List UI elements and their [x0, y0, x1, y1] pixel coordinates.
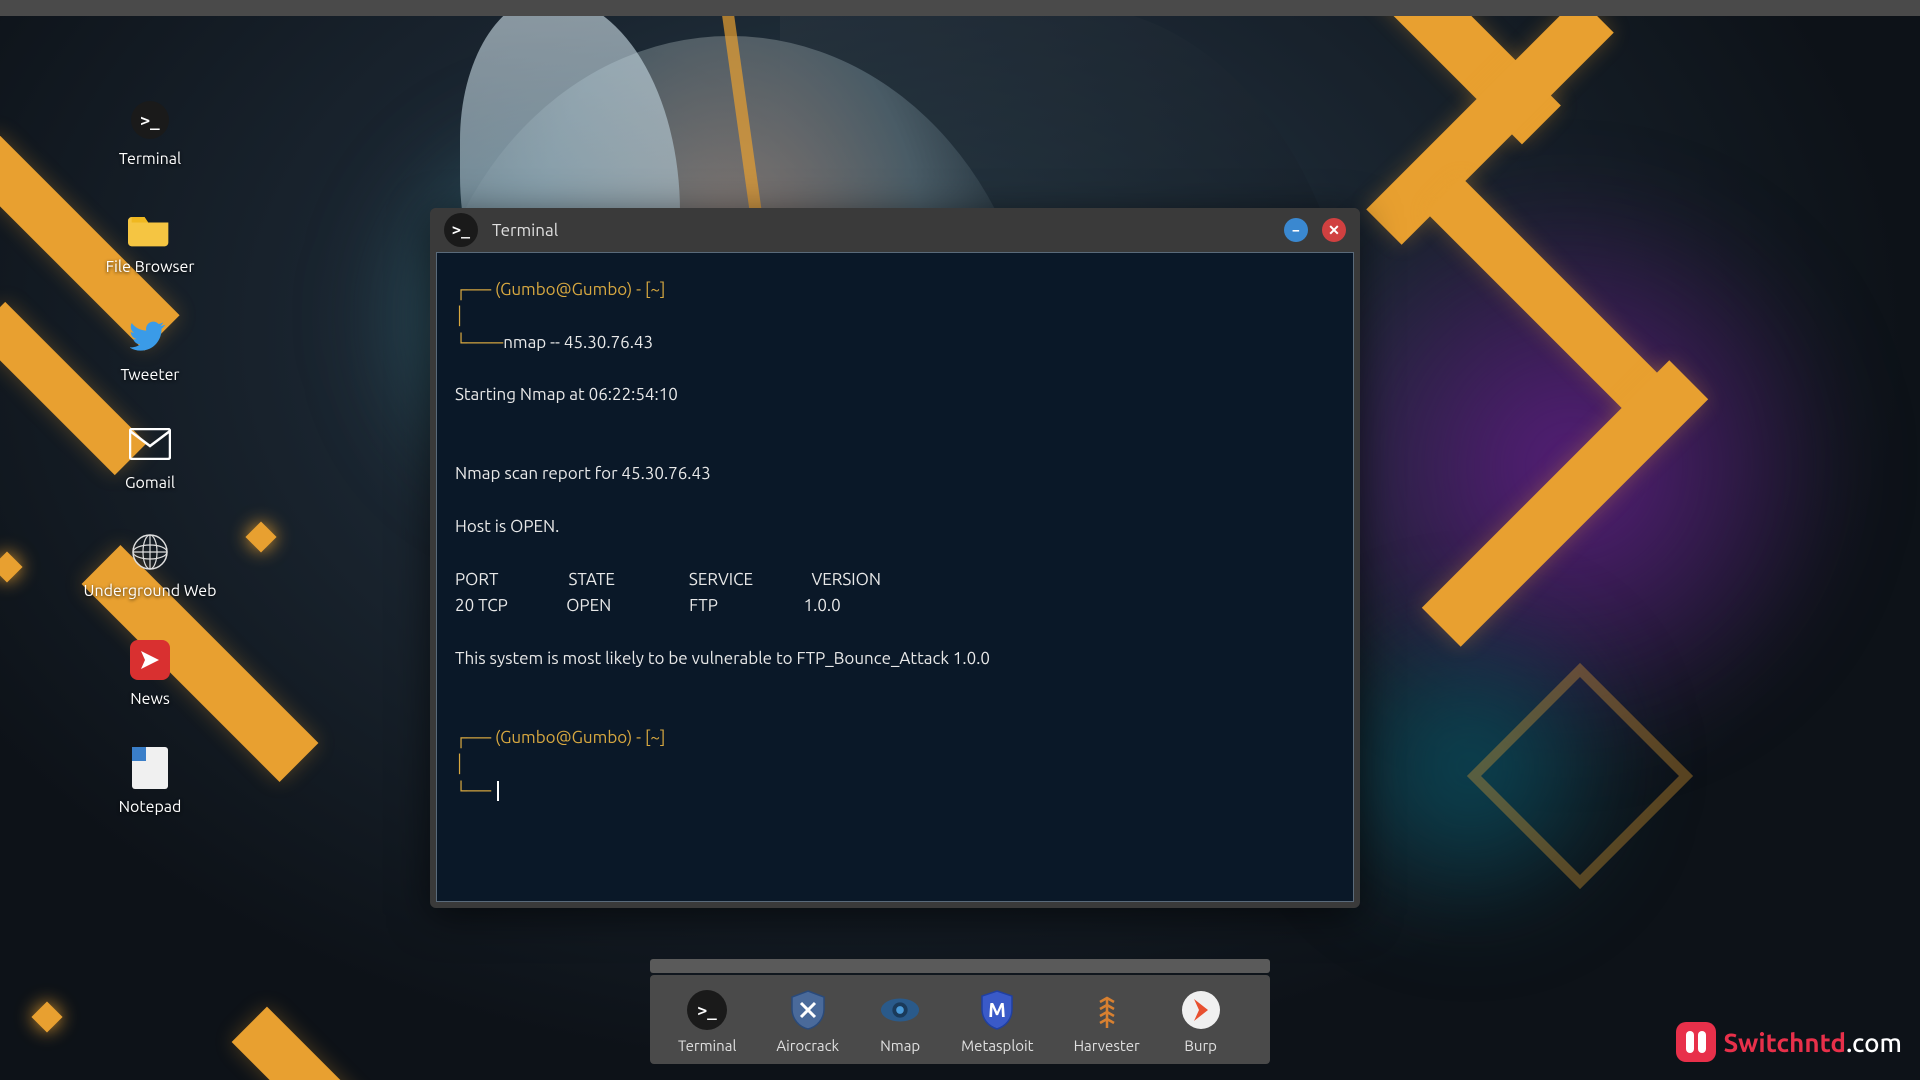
folder-icon — [128, 206, 172, 250]
dock-item-terminal[interactable]: >_ Terminal — [678, 989, 736, 1054]
terminal-output[interactable]: ┌── (Gumbo@Gumbo) - [~] │ └───nmap -- 45… — [436, 252, 1354, 902]
terminal-line: Host is OPEN. — [455, 514, 1335, 540]
desktop-icons-column: >_ Terminal File Browser Tweeter Gomail … — [80, 98, 220, 816]
prompt-side: │ — [455, 754, 466, 773]
watermark-tld: .com — [1846, 1028, 1902, 1057]
terminal-window[interactable]: >_ Terminal − ✕ ┌── (Gumbo@Gumbo) - [~] … — [430, 208, 1360, 908]
envelope-icon — [128, 422, 172, 466]
terminal-command: nmap -- 45.30.76.43 — [503, 333, 653, 352]
dock-item-label: Metasploit — [961, 1037, 1033, 1054]
desktop-icon-label: Notepad — [119, 798, 182, 816]
desktop-icon-label: Gomail — [125, 474, 175, 492]
desktop-icon-label: Tweeter — [121, 366, 180, 384]
terminal-icon: >_ — [444, 213, 478, 247]
window-title: Terminal — [492, 221, 1270, 240]
dock-item-label: Burp — [1184, 1037, 1217, 1054]
burp-icon — [1182, 991, 1220, 1029]
bird-icon — [128, 314, 172, 358]
terminal-table-header: PORT STATE SERVICE VERSION — [455, 567, 1335, 593]
dock-item-label: Airocrack — [776, 1037, 839, 1054]
desktop-icon-tweeter[interactable]: Tweeter — [80, 314, 220, 384]
svg-text:M: M — [988, 998, 1006, 1021]
top-menu-bar[interactable] — [0, 0, 1920, 16]
terminal-line: Starting Nmap at 06:22:54:10 — [455, 382, 1335, 408]
dock-item-harvester[interactable]: Harvester — [1074, 989, 1140, 1054]
desktop-icon-label: News — [130, 690, 170, 708]
prompt-user: (Gumbo@Gumbo) - [~] — [495, 280, 665, 299]
prompt-brace: ┌── — [455, 728, 491, 747]
desktop-icon-label: Underground Web — [84, 582, 217, 600]
switch-logo-icon — [1676, 1022, 1716, 1062]
terminal-icon: >_ — [687, 990, 727, 1030]
dock-item-metasploit[interactable]: M Metasploit — [961, 989, 1033, 1054]
minimize-button[interactable]: − — [1284, 218, 1308, 242]
eye-icon — [879, 989, 921, 1031]
metasploit-icon: M — [976, 989, 1018, 1031]
prompt-brace: ┌── — [455, 280, 491, 299]
dock-item-nmap[interactable]: Nmap — [879, 989, 921, 1054]
dock-item-label: Harvester — [1074, 1037, 1140, 1054]
terminal-table-row: 20 TCP OPEN FTP 1.0.0 — [455, 593, 1335, 619]
prompt-brace: └─── — [455, 333, 503, 352]
shield-icon — [787, 989, 829, 1031]
terminal-icon: >_ — [131, 101, 169, 139]
wheat-icon — [1086, 989, 1128, 1031]
desktop-icon-notepad[interactable]: Notepad — [80, 746, 220, 816]
web-globe-icon — [128, 530, 172, 574]
desktop-icon-news[interactable]: News — [80, 638, 220, 708]
desktop-icon-label: Terminal — [119, 150, 181, 168]
desktop-icon-label: File Browser — [106, 258, 195, 276]
terminal-line: This system is most likely to be vulnera… — [455, 646, 1335, 672]
terminal-cursor — [497, 781, 499, 801]
desktop-icon-file-browser[interactable]: File Browser — [80, 206, 220, 276]
window-titlebar[interactable]: >_ Terminal − ✕ — [430, 208, 1360, 252]
close-button[interactable]: ✕ — [1322, 218, 1346, 242]
dock-item-label: Terminal — [678, 1037, 736, 1054]
prompt-user: (Gumbo@Gumbo) - [~] — [495, 728, 665, 747]
dock-item-airocrack[interactable]: Airocrack — [776, 989, 839, 1054]
desktop-icon-terminal[interactable]: >_ Terminal — [80, 98, 220, 168]
dock-item-burp[interactable]: Burp — [1180, 989, 1222, 1054]
desktop-icon-gomail[interactable]: Gomail — [80, 422, 220, 492]
prompt-side: │ — [455, 306, 466, 325]
watermark: Switchntd.com — [1676, 1022, 1902, 1062]
notepad-icon — [132, 747, 168, 789]
prompt-brace: └── — [455, 781, 491, 800]
dock: >_ Terminal Airocrack Nmap M Metasploit — [650, 959, 1270, 1064]
desktop-icon-underground-web[interactable]: Underground Web — [80, 530, 220, 600]
watermark-brand: Switchntd — [1724, 1028, 1846, 1057]
terminal-line: Nmap scan report for 45.30.76.43 — [455, 461, 1335, 487]
news-icon — [130, 640, 170, 680]
dock-handle[interactable] — [650, 959, 1270, 973]
dock-item-label: Nmap — [880, 1037, 920, 1054]
